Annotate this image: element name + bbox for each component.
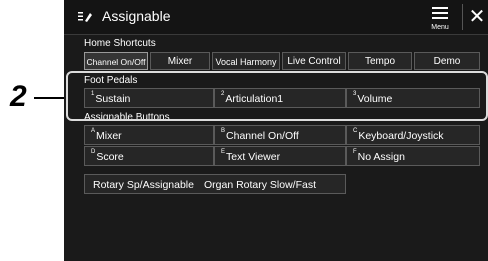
assign-button-d[interactable]: DScore bbox=[84, 146, 214, 166]
assign-button-a-key: A bbox=[91, 128, 96, 134]
assign-button-b[interactable]: BChannel On/Off bbox=[214, 125, 346, 145]
assign-button-c-key: C bbox=[353, 128, 358, 134]
tab-demo[interactable]: Demo bbox=[414, 52, 480, 70]
title-divider bbox=[462, 4, 463, 30]
assign-button-e-label: Text Viewer bbox=[226, 151, 281, 163]
home-shortcuts-title: Home Shortcuts bbox=[84, 38, 156, 49]
tab-vocal-harmony[interactable]: Vocal Harmony bbox=[212, 52, 280, 70]
assignable-icon bbox=[78, 12, 92, 22]
assign-button-c-label: Keyboard/Joystick bbox=[358, 130, 444, 142]
assign-button-c[interactable]: CKeyboard/Joystick bbox=[346, 125, 480, 145]
assign-button-e-key: E bbox=[221, 149, 226, 155]
assignable-screen: Assignable Menu ✕ Home Shortcuts Channel… bbox=[64, 0, 488, 261]
callout-line bbox=[34, 97, 66, 99]
assign-button-f-key: F bbox=[353, 149, 357, 155]
rotary-sp-assignable-row[interactable]: Rotary Sp/Assignable Organ Rotary Slow/Fa… bbox=[84, 174, 346, 194]
tab-channel-onoff[interactable]: Channel On/Off bbox=[84, 52, 148, 70]
menu-icon-bar bbox=[432, 17, 448, 19]
rotary-label: Rotary Sp/Assignable bbox=[93, 179, 194, 191]
title-bar: Assignable Menu ✕ bbox=[64, 0, 488, 35]
close-icon[interactable]: ✕ bbox=[466, 4, 488, 30]
assign-button-b-key: B bbox=[221, 128, 226, 134]
assign-button-a-label: Mixer bbox=[96, 130, 122, 142]
menu-icon-bar bbox=[432, 12, 448, 14]
tab-tempo[interactable]: Tempo bbox=[348, 52, 412, 70]
tab-live-control[interactable]: Live Control bbox=[282, 52, 346, 70]
assign-button-b-label: Channel On/Off bbox=[226, 130, 299, 142]
assign-button-f-label: No Assign bbox=[357, 151, 405, 163]
assign-button-d-label: Score bbox=[96, 151, 124, 163]
menu-button[interactable]: Menu bbox=[426, 4, 454, 32]
assign-button-d-key: D bbox=[91, 149, 96, 155]
page-title: Assignable bbox=[102, 8, 171, 24]
tab-mixer[interactable]: Mixer bbox=[150, 52, 210, 70]
step-number: 2 bbox=[10, 80, 27, 113]
assign-button-f[interactable]: FNo Assign bbox=[346, 146, 480, 166]
menu-label: Menu bbox=[431, 24, 449, 31]
foot-pedals-highlight bbox=[66, 71, 488, 121]
rotary-value: Organ Rotary Slow/Fast bbox=[203, 179, 317, 191]
assign-button-a[interactable]: AMixer bbox=[84, 125, 214, 145]
menu-icon bbox=[432, 7, 448, 9]
assign-button-e[interactable]: EText Viewer bbox=[214, 146, 346, 166]
